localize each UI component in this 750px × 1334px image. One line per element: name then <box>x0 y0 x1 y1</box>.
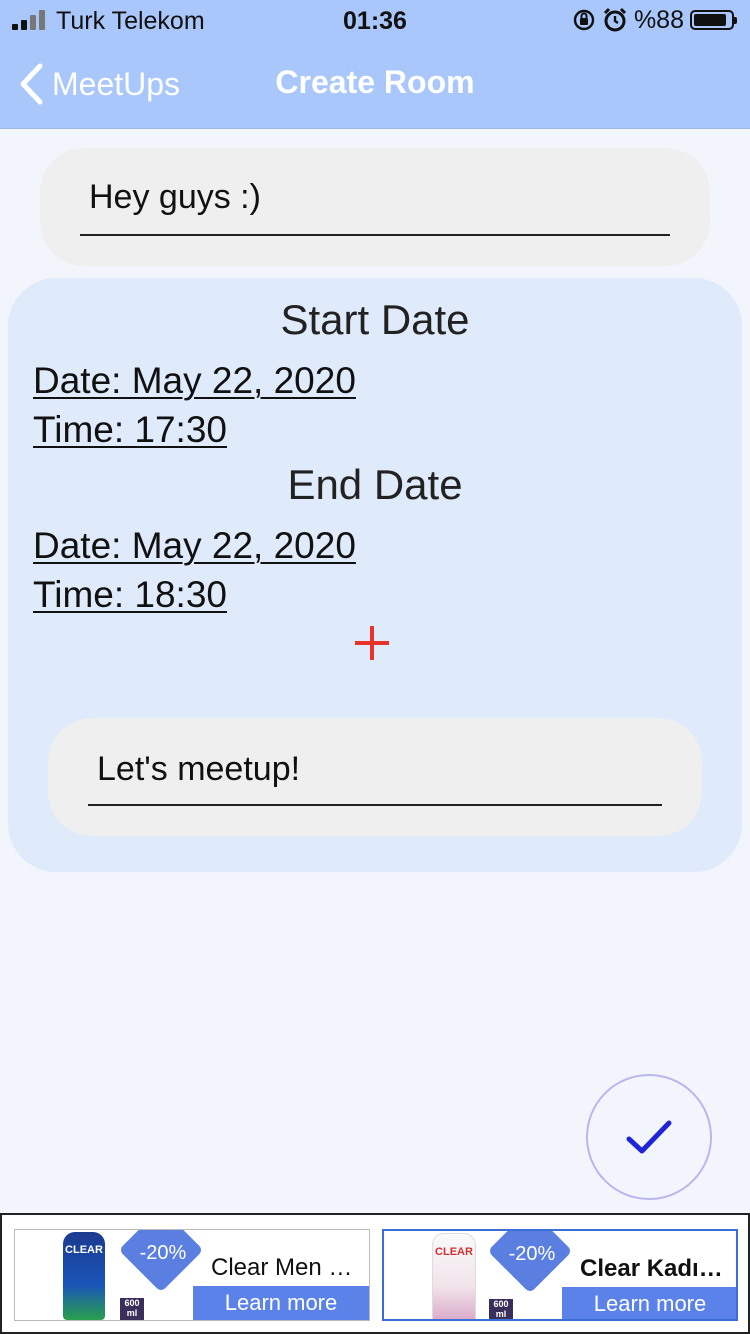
ad-card[interactable]: CLEAR 600 ml -20% Clear Men C... Learn m… <box>14 1229 370 1321</box>
status-right: %88 <box>572 5 737 34</box>
ad-title: Clear Kadınl... <box>580 1255 730 1282</box>
end-time-picker[interactable]: Time: 18:30 <box>33 574 227 616</box>
end-date-heading: End Date <box>287 461 463 508</box>
start-time-picker[interactable]: Time: 17:30 <box>33 409 227 451</box>
end-date-picker[interactable]: Date: May 22, 2020 <box>33 525 356 567</box>
ad-banner: CLEAR 600 ml -20% Clear Men C... Learn m… <box>0 1213 750 1334</box>
bottle-brand: CLEAR <box>435 1246 473 1258</box>
message-underline <box>88 804 662 806</box>
room-name-input[interactable]: Hey guys :) <box>89 178 261 217</box>
confirm-button[interactable] <box>586 1074 712 1200</box>
schedule-card: Start Date Date: May 22, 2020 Time: 17:3… <box>8 278 742 872</box>
navigation-bar: MeetUps Create Room <box>0 46 750 122</box>
message-field: Let's meetup! <box>48 718 702 836</box>
plus-icon[interactable] <box>355 626 389 660</box>
ad-card[interactable]: CLEAR 600 ml -20% Clear Kadınl... Learn … <box>382 1229 738 1321</box>
battery-percent: %88 <box>633 5 684 34</box>
volume-label: 600 ml <box>120 1298 144 1320</box>
discount-label: -20% <box>508 1243 556 1265</box>
status-bar: Turk Telekom 01:36 %88 <box>0 0 750 42</box>
start-date-heading: Start Date <box>280 296 470 343</box>
checkmark-icon <box>626 1120 672 1154</box>
discount-label: -20% <box>139 1242 187 1264</box>
room-name-field: Hey guys :) <box>40 148 710 266</box>
orientation-lock-icon <box>573 9 595 31</box>
learn-more-button[interactable]: Learn more <box>193 1286 369 1320</box>
product-image: CLEAR <box>63 1232 105 1320</box>
page-title: Create Room <box>275 64 475 100</box>
volume-label: 600 ml <box>489 1299 513 1319</box>
room-name-underline <box>80 234 670 236</box>
product-image: CLEAR <box>432 1233 476 1319</box>
bottle-brand: CLEAR <box>65 1244 103 1256</box>
learn-more-button[interactable]: Learn more <box>562 1287 736 1319</box>
battery-level <box>694 14 726 26</box>
alarm-icon <box>603 7 627 32</box>
start-date-picker[interactable]: Date: May 22, 2020 <box>33 360 356 402</box>
top-bar: Turk Telekom 01:36 %88 MeetUps Create Ro… <box>0 0 750 129</box>
message-input[interactable]: Let's meetup! <box>97 750 300 789</box>
ad-title: Clear Men C... <box>211 1254 361 1281</box>
battery-icon <box>690 10 737 30</box>
